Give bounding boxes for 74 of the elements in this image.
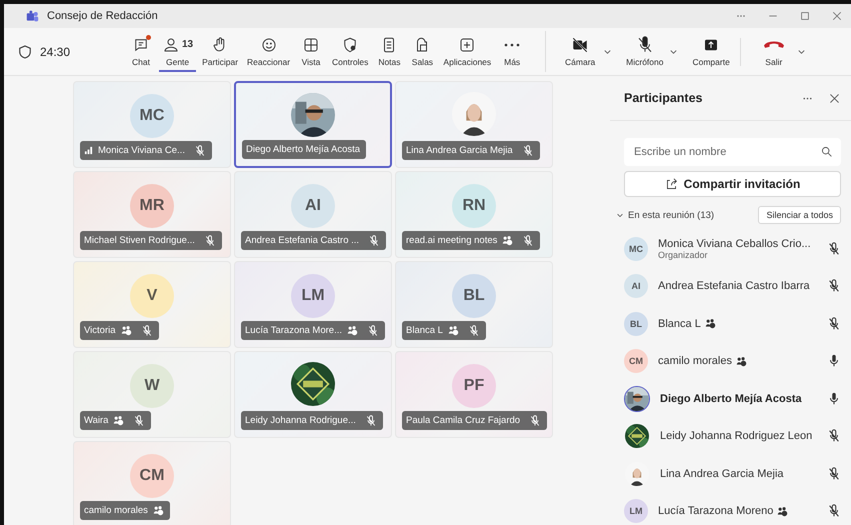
share-invitation-button[interactable]: Compartir invitación bbox=[624, 171, 841, 197]
share-icon bbox=[664, 178, 678, 190]
toolbar-button[interactable]: Salir bbox=[754, 31, 794, 72]
participant-count: 13 bbox=[182, 39, 194, 50]
participant-role: Organizador bbox=[658, 250, 709, 260]
participant-name: Leidy Johanna Rodriguez Leon bbox=[660, 430, 812, 442]
toolbar-button[interactable]: Vista bbox=[296, 31, 326, 72]
participant-name: Lucía Tarazona More... bbox=[245, 325, 342, 336]
participant-name: camilo morales bbox=[84, 505, 148, 516]
camera-icon bbox=[571, 36, 590, 54]
participant-name: Lina Andrea Garcia Mejia bbox=[406, 145, 513, 156]
participant-name: Michael Stiven Rodrigue... bbox=[84, 235, 195, 246]
avatar: PF bbox=[452, 364, 496, 408]
participant-name: Waira bbox=[84, 415, 108, 426]
avatar: AI bbox=[291, 184, 335, 228]
toolbar-button[interactable]: Aplicaciones bbox=[440, 31, 494, 72]
toolbar-button[interactable]: 13 Gente bbox=[159, 31, 196, 72]
dots-icon bbox=[504, 42, 520, 46]
toolbar-button[interactable]: Salas bbox=[407, 31, 438, 72]
close-icon[interactable] bbox=[831, 10, 843, 22]
participant-name: Leidy Johanna Rodrigue... bbox=[245, 415, 356, 426]
mute-all-button[interactable]: Silenciar a todos bbox=[758, 206, 841, 224]
phone-icon bbox=[764, 40, 784, 49]
participant-name: Lucía Tarazona Moreno bbox=[658, 505, 774, 518]
toolbar-button[interactable]: Reaccionar bbox=[244, 31, 294, 72]
toolbar-button[interactable]: Cámara bbox=[560, 31, 600, 72]
close-icon[interactable] bbox=[828, 92, 841, 104]
avatar: RN bbox=[452, 184, 496, 228]
participant-name: Andrea Estefania Castro Ibarra bbox=[658, 280, 810, 292]
search-icon bbox=[820, 145, 833, 158]
toolbar-button[interactable]: Notas bbox=[374, 31, 404, 72]
toolbar-button[interactable]: Chat bbox=[126, 31, 156, 72]
participant-name: Monica Viviana Ceballos Crio... bbox=[658, 238, 811, 250]
avatar: MR bbox=[130, 184, 174, 228]
grid-icon bbox=[302, 36, 320, 54]
avatar: CM bbox=[624, 349, 648, 374]
participant-name: Blanca L bbox=[658, 318, 701, 330]
participant-name: read.ai meeting notes bbox=[406, 235, 498, 246]
section-toggle[interactable]: En esta reunión (13) bbox=[616, 210, 714, 220]
avatar: MC bbox=[624, 236, 648, 261]
toolbar-button[interactable]: Micrófono bbox=[623, 31, 666, 72]
avatar: MC bbox=[130, 94, 174, 138]
app-logo-icon bbox=[26, 10, 39, 22]
avatar: CM bbox=[130, 454, 174, 498]
avatar: BL bbox=[624, 312, 648, 336]
search-field[interactable]: Escribe un nombre bbox=[624, 138, 841, 166]
shield-icon bbox=[16, 42, 34, 60]
toolbar-button[interactable]: Comparte bbox=[689, 31, 733, 72]
avatar: LM bbox=[291, 274, 335, 318]
participant-name: Monica Viviana Ce... bbox=[98, 145, 185, 156]
toolbar-button[interactable]: Participar bbox=[199, 31, 242, 72]
toolbar-button[interactable]: Controles bbox=[329, 31, 372, 72]
plus-icon bbox=[458, 36, 476, 54]
participant-name: Lina Andrea Garcia Mejia bbox=[660, 468, 784, 480]
smile-icon bbox=[260, 36, 278, 54]
participant-name: Diego Alberto Mejía Acosta bbox=[660, 392, 802, 405]
participant-name: Paula Camila Cruz Fajardo bbox=[406, 415, 520, 426]
panel-title: Participantes bbox=[624, 91, 703, 105]
avatar: V bbox=[130, 274, 174, 318]
participant-name: Blanca L bbox=[406, 325, 443, 336]
avatar: W bbox=[130, 364, 174, 408]
avatar: LM bbox=[624, 499, 648, 524]
window-title: Consejo de Redacción bbox=[47, 10, 158, 22]
participant-name: Victoria bbox=[84, 325, 116, 336]
toolbar-button[interactable]: Más bbox=[497, 31, 528, 72]
avatar: AI bbox=[624, 274, 648, 298]
maximize-icon[interactable] bbox=[799, 10, 811, 22]
people-icon bbox=[162, 36, 180, 54]
meeting-timer: 24:30 bbox=[40, 44, 70, 58]
participant-name: Diego Alberto Mejía Acosta bbox=[246, 144, 360, 155]
participant-name: Andrea Estefania Castro ... bbox=[245, 235, 360, 246]
avatar: BL bbox=[452, 274, 496, 318]
chevron-icon bbox=[616, 211, 624, 219]
participant-name: camilo morales bbox=[658, 355, 732, 368]
